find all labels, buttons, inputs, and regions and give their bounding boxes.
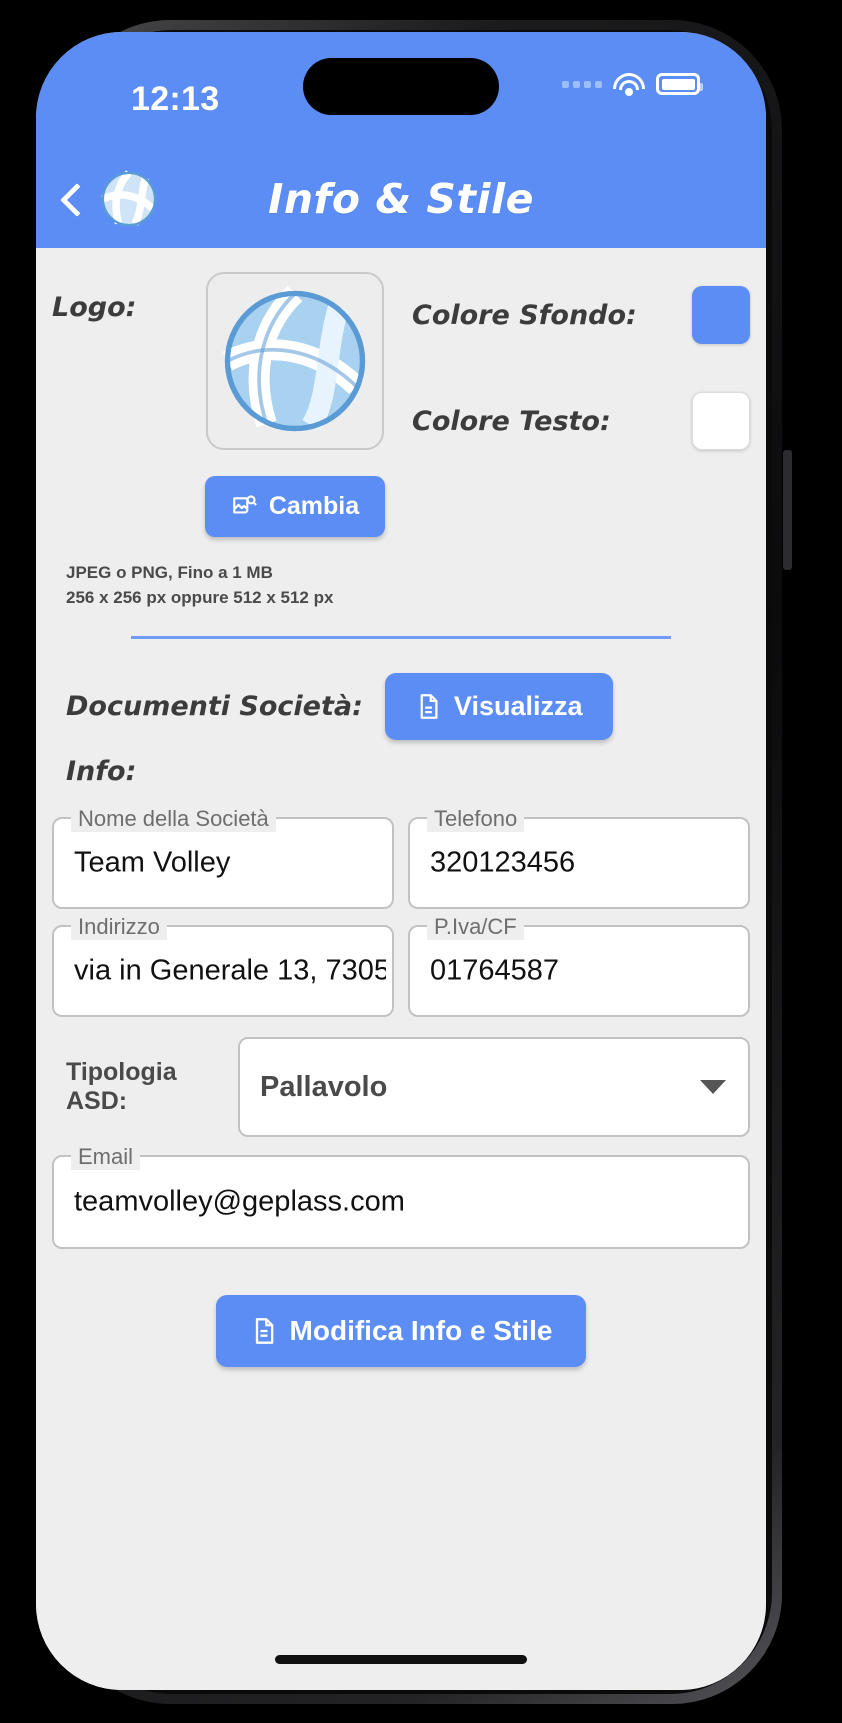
company-name-legend: Nome della Società (71, 806, 276, 833)
save-icon (255, 1318, 273, 1345)
background-color-label: Colore Sfondo: (412, 299, 637, 331)
phone-field[interactable]: Telefono 320123456 (408, 806, 750, 910)
tipologia-row: Tipologia ASD: Pallavolo (52, 1037, 750, 1138)
phone-legend: Telefono (427, 806, 525, 833)
logo-hint-size: 256 x 256 px oppure 512 x 512 px (66, 587, 334, 607)
company-name-value: Team Volley (74, 846, 231, 879)
home-indicator (275, 1655, 527, 1664)
status-time: 12:13 (131, 80, 220, 118)
logo-preview-box[interactable] (206, 272, 384, 450)
dynamic-island (303, 58, 499, 115)
submit-row: Modifica Info e Stile (52, 1295, 750, 1368)
documents-section: Documenti Società: Visualizza (52, 673, 750, 741)
email-value: teamvolley@geplass.com (74, 1185, 405, 1218)
address-legend: Indirizzo (71, 914, 167, 941)
address-value: via in Generale 13, 73056 T (74, 954, 386, 987)
background-color-row: Colore Sfondo: (412, 272, 750, 344)
logo-requirements: JPEG o PNG, Fino a 1 MB 256 x 256 px opp… (66, 561, 750, 610)
logo-preview-column: Cambia (202, 272, 388, 537)
tipologia-select[interactable]: Pallavolo (238, 1037, 750, 1138)
email-legend: Email (71, 1144, 141, 1171)
email-field[interactable]: Email teamvolley@geplass.com (52, 1144, 750, 1250)
change-logo-button[interactable]: Cambia (204, 476, 386, 537)
color-settings: Colore Sfondo: Colore Testo: (388, 272, 750, 450)
volleyball-logo-image (222, 286, 366, 432)
chevron-down-icon (700, 1080, 726, 1095)
image-picker-icon (233, 494, 257, 513)
phone-screen: 12:13 Info & Stile Logo: Cambia Colore S… (36, 32, 766, 1690)
save-info-style-label: Modifica Info e Stile (289, 1315, 553, 1347)
phone-value: 320123456 (430, 846, 576, 879)
back-chevron-icon[interactable] (52, 179, 92, 219)
screenshot-stage: 12:13 Info & Stile Logo: Cambia Colore S… (0, 0, 842, 1723)
status-bar: 12:13 (36, 32, 766, 150)
tipologia-label: Tipologia ASD: (66, 1058, 177, 1116)
volleyball-logo-icon (100, 170, 158, 228)
text-color-label: Colore Testo: (412, 405, 611, 437)
view-documents-button[interactable]: Visualizza (384, 673, 613, 741)
text-color-swatch[interactable] (692, 392, 750, 450)
vat-legend: P.Iva/CF (427, 914, 524, 941)
tipologia-selected-value: Pallavolo (260, 1070, 388, 1103)
navigation-bar: Info & Stile (36, 150, 766, 248)
save-info-style-button[interactable]: Modifica Info e Stile (215, 1295, 587, 1368)
vat-value: 01764587 (430, 954, 560, 987)
content-area: Logo: Cambia Colore Sfondo: Colore Testo… (36, 248, 766, 1690)
info-label: Info: (66, 756, 137, 788)
company-name-field[interactable]: Nome della Società Team Volley (52, 806, 394, 910)
vat-field[interactable]: P.Iva/CF 01764587 (408, 914, 750, 1018)
text-color-row: Colore Testo: (412, 344, 750, 450)
document-icon (420, 694, 438, 720)
status-icons (562, 72, 703, 96)
wifi-icon (613, 72, 645, 96)
background-color-swatch[interactable] (692, 286, 750, 344)
section-divider (131, 636, 671, 640)
change-logo-label: Cambia (268, 492, 360, 520)
battery-icon (656, 73, 703, 95)
logo-label: Logo: (52, 292, 137, 323)
logo-section: Logo: Cambia Colore Sfondo: Colore Testo… (52, 248, 750, 537)
logo-hint-format: JPEG o PNG, Fino a 1 MB (66, 563, 273, 582)
view-documents-label: Visualizza (453, 691, 583, 722)
info-form: Nome della Società Team Volley Indirizzo… (52, 801, 750, 1018)
address-field[interactable]: Indirizzo via in Generale 13, 73056 T (52, 914, 394, 1018)
documents-label: Documenti Società: (66, 691, 363, 723)
signal-dots-icon (562, 80, 602, 88)
power-button[interactable] (783, 450, 792, 570)
